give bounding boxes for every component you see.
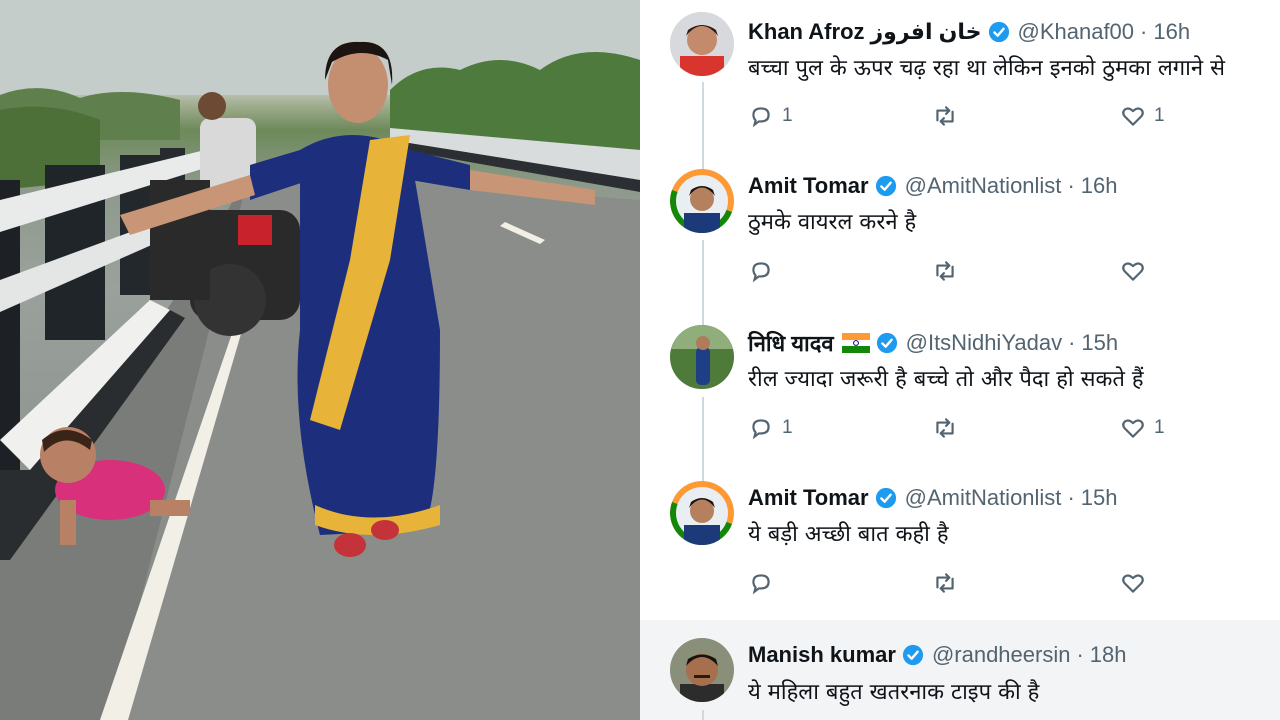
avatar[interactable] <box>670 169 734 233</box>
bridge-photo <box>0 0 640 720</box>
verified-badge-icon <box>902 644 924 666</box>
tweet-text: रील ज्यादा जरूरी है बच्चे तो और पैदा हो … <box>748 367 1144 392</box>
like-button[interactable] <box>1120 568 1154 598</box>
reply-button[interactable]: 1 <box>748 413 793 443</box>
avatar[interactable] <box>670 325 734 389</box>
like-heart-icon <box>1122 107 1144 126</box>
like-button[interactable]: 1 <box>1120 413 1165 443</box>
handle[interactable]: @AmitNationlist <box>905 485 1062 511</box>
retweet-button[interactable] <box>932 256 966 286</box>
retweet-icon <box>936 418 954 438</box>
reply-count: 1 <box>782 417 793 438</box>
thread-line <box>702 315 704 325</box>
photo-illustration <box>0 0 640 720</box>
tweet-text: ये महिला बहुत खतरनाक टाइप की है <box>748 680 1040 705</box>
display-name[interactable]: Amit Tomar <box>748 485 869 511</box>
reply-icon <box>752 574 770 595</box>
reply-icon <box>752 262 770 283</box>
reply-button[interactable]: 1 <box>748 101 793 131</box>
display-name[interactable]: Khan Afroz <box>748 19 865 45</box>
reply-tweet[interactable]: Amit Tomar @AmitNationlist · 15h ये बड़ी… <box>640 472 1280 620</box>
profile-photo-icon <box>670 638 734 702</box>
display-name[interactable]: Manish kumar <box>748 642 896 668</box>
separator-dot: · <box>1076 642 1084 667</box>
reply-tweet[interactable]: निधि यादव @ItsNidhiYadav · 15h रील ज्याद… <box>640 315 1280 472</box>
timestamp[interactable]: 15h <box>1081 485 1118 511</box>
handle[interactable]: @AmitNationlist <box>905 173 1062 199</box>
like-heart-icon <box>1122 262 1144 281</box>
avatar[interactable] <box>670 12 734 76</box>
profile-photo-icon <box>670 12 734 76</box>
reply-count: 1 <box>782 105 793 126</box>
retweet-icon <box>936 261 954 281</box>
handle[interactable]: @ItsNidhiYadav <box>906 330 1062 356</box>
reply-tweet[interactable]: Amit Tomar @AmitNationlist · 16h ठुमके व… <box>640 160 1280 315</box>
reply-tweet[interactable]: Khan Afroz خان افروز @Khanaf00 · 16h बच्… <box>640 0 1280 160</box>
reply-button[interactable] <box>748 568 782 598</box>
verified-badge-icon <box>875 487 897 509</box>
avatar[interactable] <box>670 638 734 702</box>
retweet-icon <box>936 106 954 126</box>
thread-line <box>702 240 704 315</box>
handle[interactable]: @randheersin <box>932 642 1071 668</box>
reply-tweet[interactable]: Manish kumar @randheersin · 18h ये महिला… <box>640 620 1280 720</box>
tweet-text: ठुमके वायरल करने है <box>748 210 917 235</box>
verified-badge-icon <box>988 21 1010 43</box>
display-name-urdu: خان افروز <box>870 19 982 44</box>
separator-dot: · <box>1067 173 1075 198</box>
profile-photo-icon <box>670 325 734 389</box>
profile-photo-icon <box>670 169 734 233</box>
thread-line <box>702 710 704 720</box>
timestamp[interactable]: 15h <box>1081 330 1118 356</box>
thread-line <box>702 82 704 160</box>
separator-dot: · <box>1067 485 1075 510</box>
handle[interactable]: @Khanaf00 <box>1018 19 1135 45</box>
display-name[interactable]: निधि यादव <box>748 328 834 358</box>
like-heart-icon <box>1122 574 1144 593</box>
like-button[interactable] <box>1120 256 1154 286</box>
tweet-text: ये बड़ी अच्छी बात कही है <box>748 522 949 547</box>
retweet-button[interactable] <box>932 101 966 131</box>
like-count: 1 <box>1154 417 1165 438</box>
verified-badge-icon <box>875 175 897 197</box>
reply-icon <box>752 107 770 128</box>
india-flag-icon <box>841 333 870 353</box>
verified-badge-icon <box>876 332 898 354</box>
profile-photo-icon <box>670 481 734 545</box>
like-heart-icon <box>1122 419 1144 438</box>
thread-line <box>702 397 704 472</box>
timestamp[interactable]: 18h <box>1090 642 1127 668</box>
retweet-button[interactable] <box>932 568 966 598</box>
like-count: 1 <box>1154 105 1165 126</box>
timestamp[interactable]: 16h <box>1081 173 1118 199</box>
like-button[interactable]: 1 <box>1120 101 1165 131</box>
tweet-text: बच्चा पुल के ऊपर चढ़ रहा था लेकिन इनको ठ… <box>748 56 1225 81</box>
retweet-icon <box>936 573 954 593</box>
separator-dot: · <box>1068 330 1076 355</box>
replies-feed: Khan Afroz خان افروز @Khanaf00 · 16h बच्… <box>640 0 1280 720</box>
separator-dot: · <box>1140 19 1148 44</box>
reply-icon <box>752 419 770 440</box>
reply-button[interactable] <box>748 256 782 286</box>
avatar[interactable] <box>670 481 734 545</box>
retweet-button[interactable] <box>932 413 966 443</box>
timestamp[interactable]: 16h <box>1153 19 1190 45</box>
display-name[interactable]: Amit Tomar <box>748 173 869 199</box>
